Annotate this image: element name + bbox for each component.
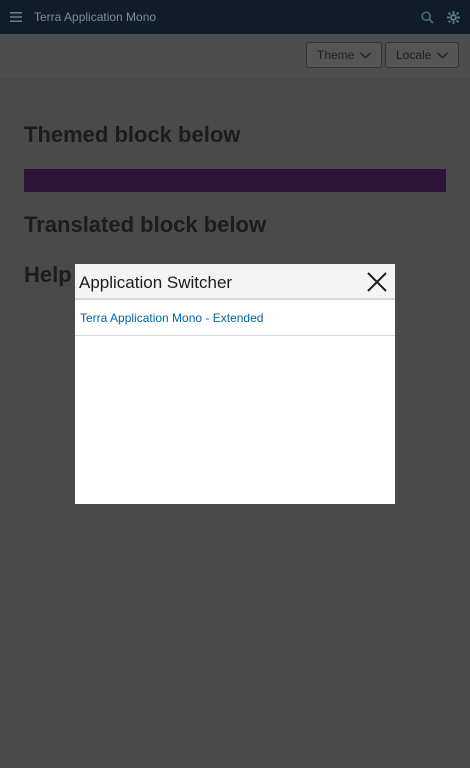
application-header: Terra Application Mono: [0, 0, 470, 34]
chevron-down-icon: [437, 51, 449, 59]
theme-dropdown-label: Theme: [317, 48, 355, 62]
toolbar: Theme Locale: [0, 34, 470, 79]
search-icon: [420, 10, 434, 24]
gear-icon: [446, 10, 460, 24]
modal-title: Application Switcher: [79, 273, 233, 292]
application-switcher-modal: Application Switcher Terra Application M…: [75, 264, 395, 504]
locale-dropdown-label: Locale: [396, 48, 432, 62]
search-button[interactable]: [418, 8, 436, 26]
close-icon: [367, 272, 387, 292]
themed-block: [24, 169, 446, 192]
utility-menu-button[interactable]: [444, 8, 462, 26]
application-link[interactable]: Terra Application Mono - Extended: [75, 300, 395, 336]
help-heading: Help: [24, 262, 72, 287]
theme-dropdown-button[interactable]: Theme: [306, 42, 382, 68]
locale-dropdown-button[interactable]: Locale: [385, 42, 459, 68]
themed-block-heading: Themed block below: [24, 122, 241, 147]
modal-header: Application Switcher: [75, 264, 395, 300]
application-list: Terra Application Mono - Extended: [75, 300, 395, 336]
chevron-down-icon: [360, 51, 372, 59]
hamburger-menu-button[interactable]: [6, 7, 26, 27]
app-title: Terra Application Mono: [34, 10, 157, 24]
translated-block-heading: Translated block below: [24, 212, 267, 237]
hamburger-menu-icon: [10, 12, 22, 22]
close-button[interactable]: [365, 270, 389, 294]
